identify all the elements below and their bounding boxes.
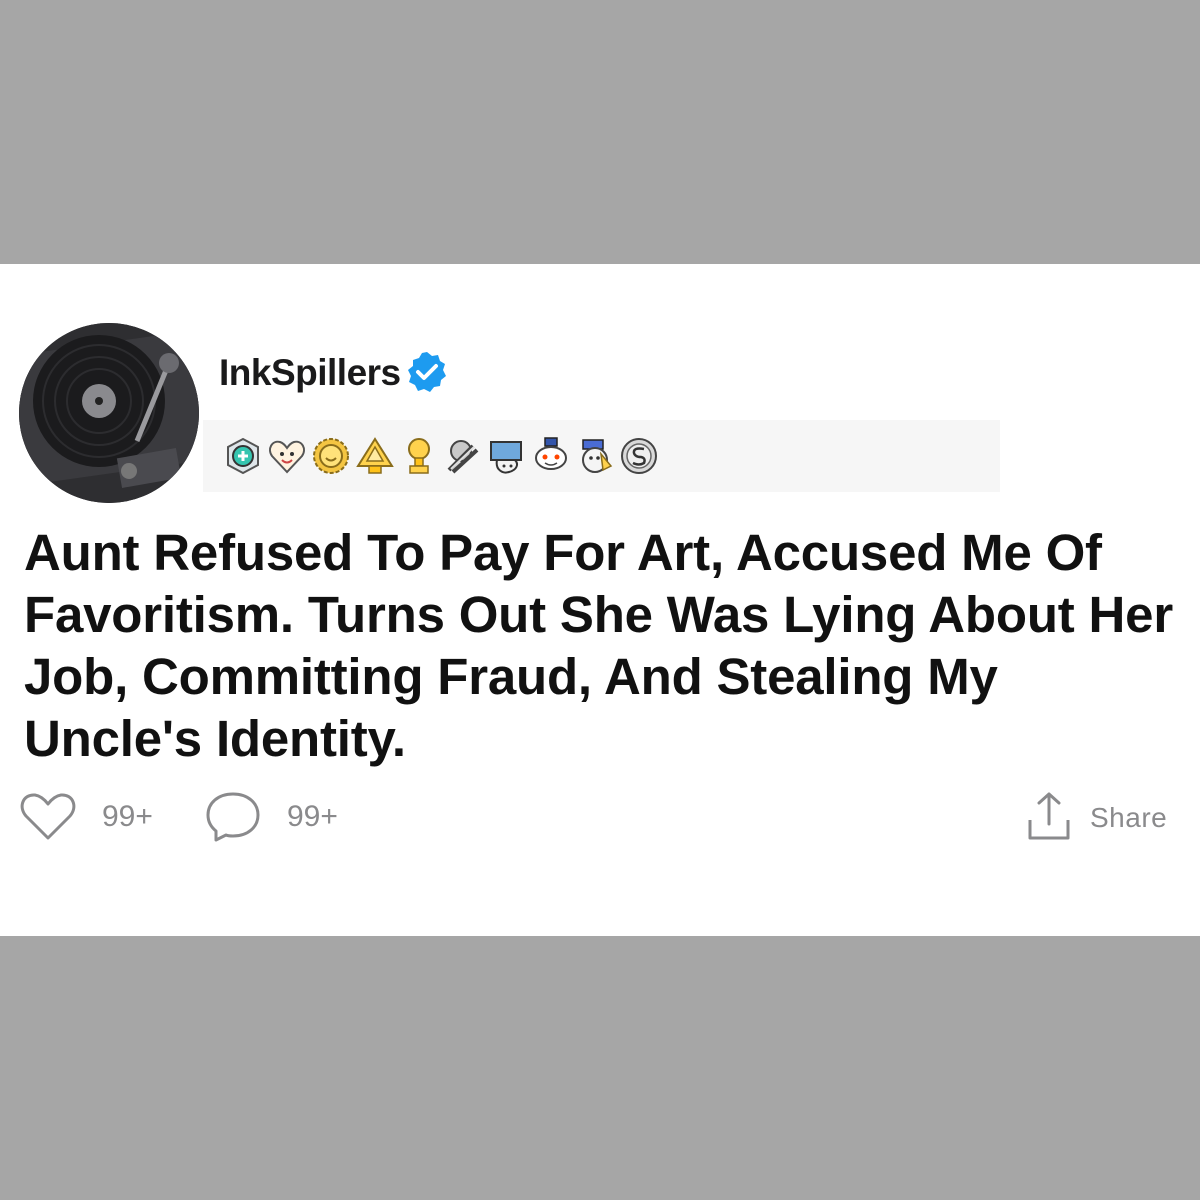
hugz-award-icon[interactable] [443,436,483,476]
username[interactable]: InkSpillers [219,350,449,394]
gold-trophy-award-icon[interactable] [399,436,439,476]
awards-bar [203,420,1000,492]
bravo-award-icon[interactable] [575,436,615,476]
silver-sun-award-icon[interactable] [311,436,351,476]
turntable-image [19,323,199,503]
wholesome-award-icon[interactable] [267,436,307,476]
avatar[interactable] [19,323,199,503]
share-icon[interactable] [1024,790,1074,844]
share-button-label[interactable]: Share [1090,804,1167,832]
action-bar: 99+ 99+ Share [0,790,1200,850]
comment-count: 99+ [287,800,338,833]
wholesome-seal-award-icon[interactable] [487,436,527,476]
post-title[interactable]: Aunt Refused To Pay For Art, Accused Me … [24,522,1184,770]
heart-icon[interactable] [18,790,78,844]
comment-icon[interactable] [204,790,262,844]
like-count: 99+ [102,800,153,833]
helpful-award-icon[interactable] [223,436,263,476]
snoo-award-icon[interactable] [531,436,571,476]
verified-badge-icon [407,352,446,392]
take-my-energy-award-icon[interactable] [355,436,395,476]
s-coin-award-icon[interactable] [619,436,659,476]
username-label: InkSpillers [219,351,401,393]
